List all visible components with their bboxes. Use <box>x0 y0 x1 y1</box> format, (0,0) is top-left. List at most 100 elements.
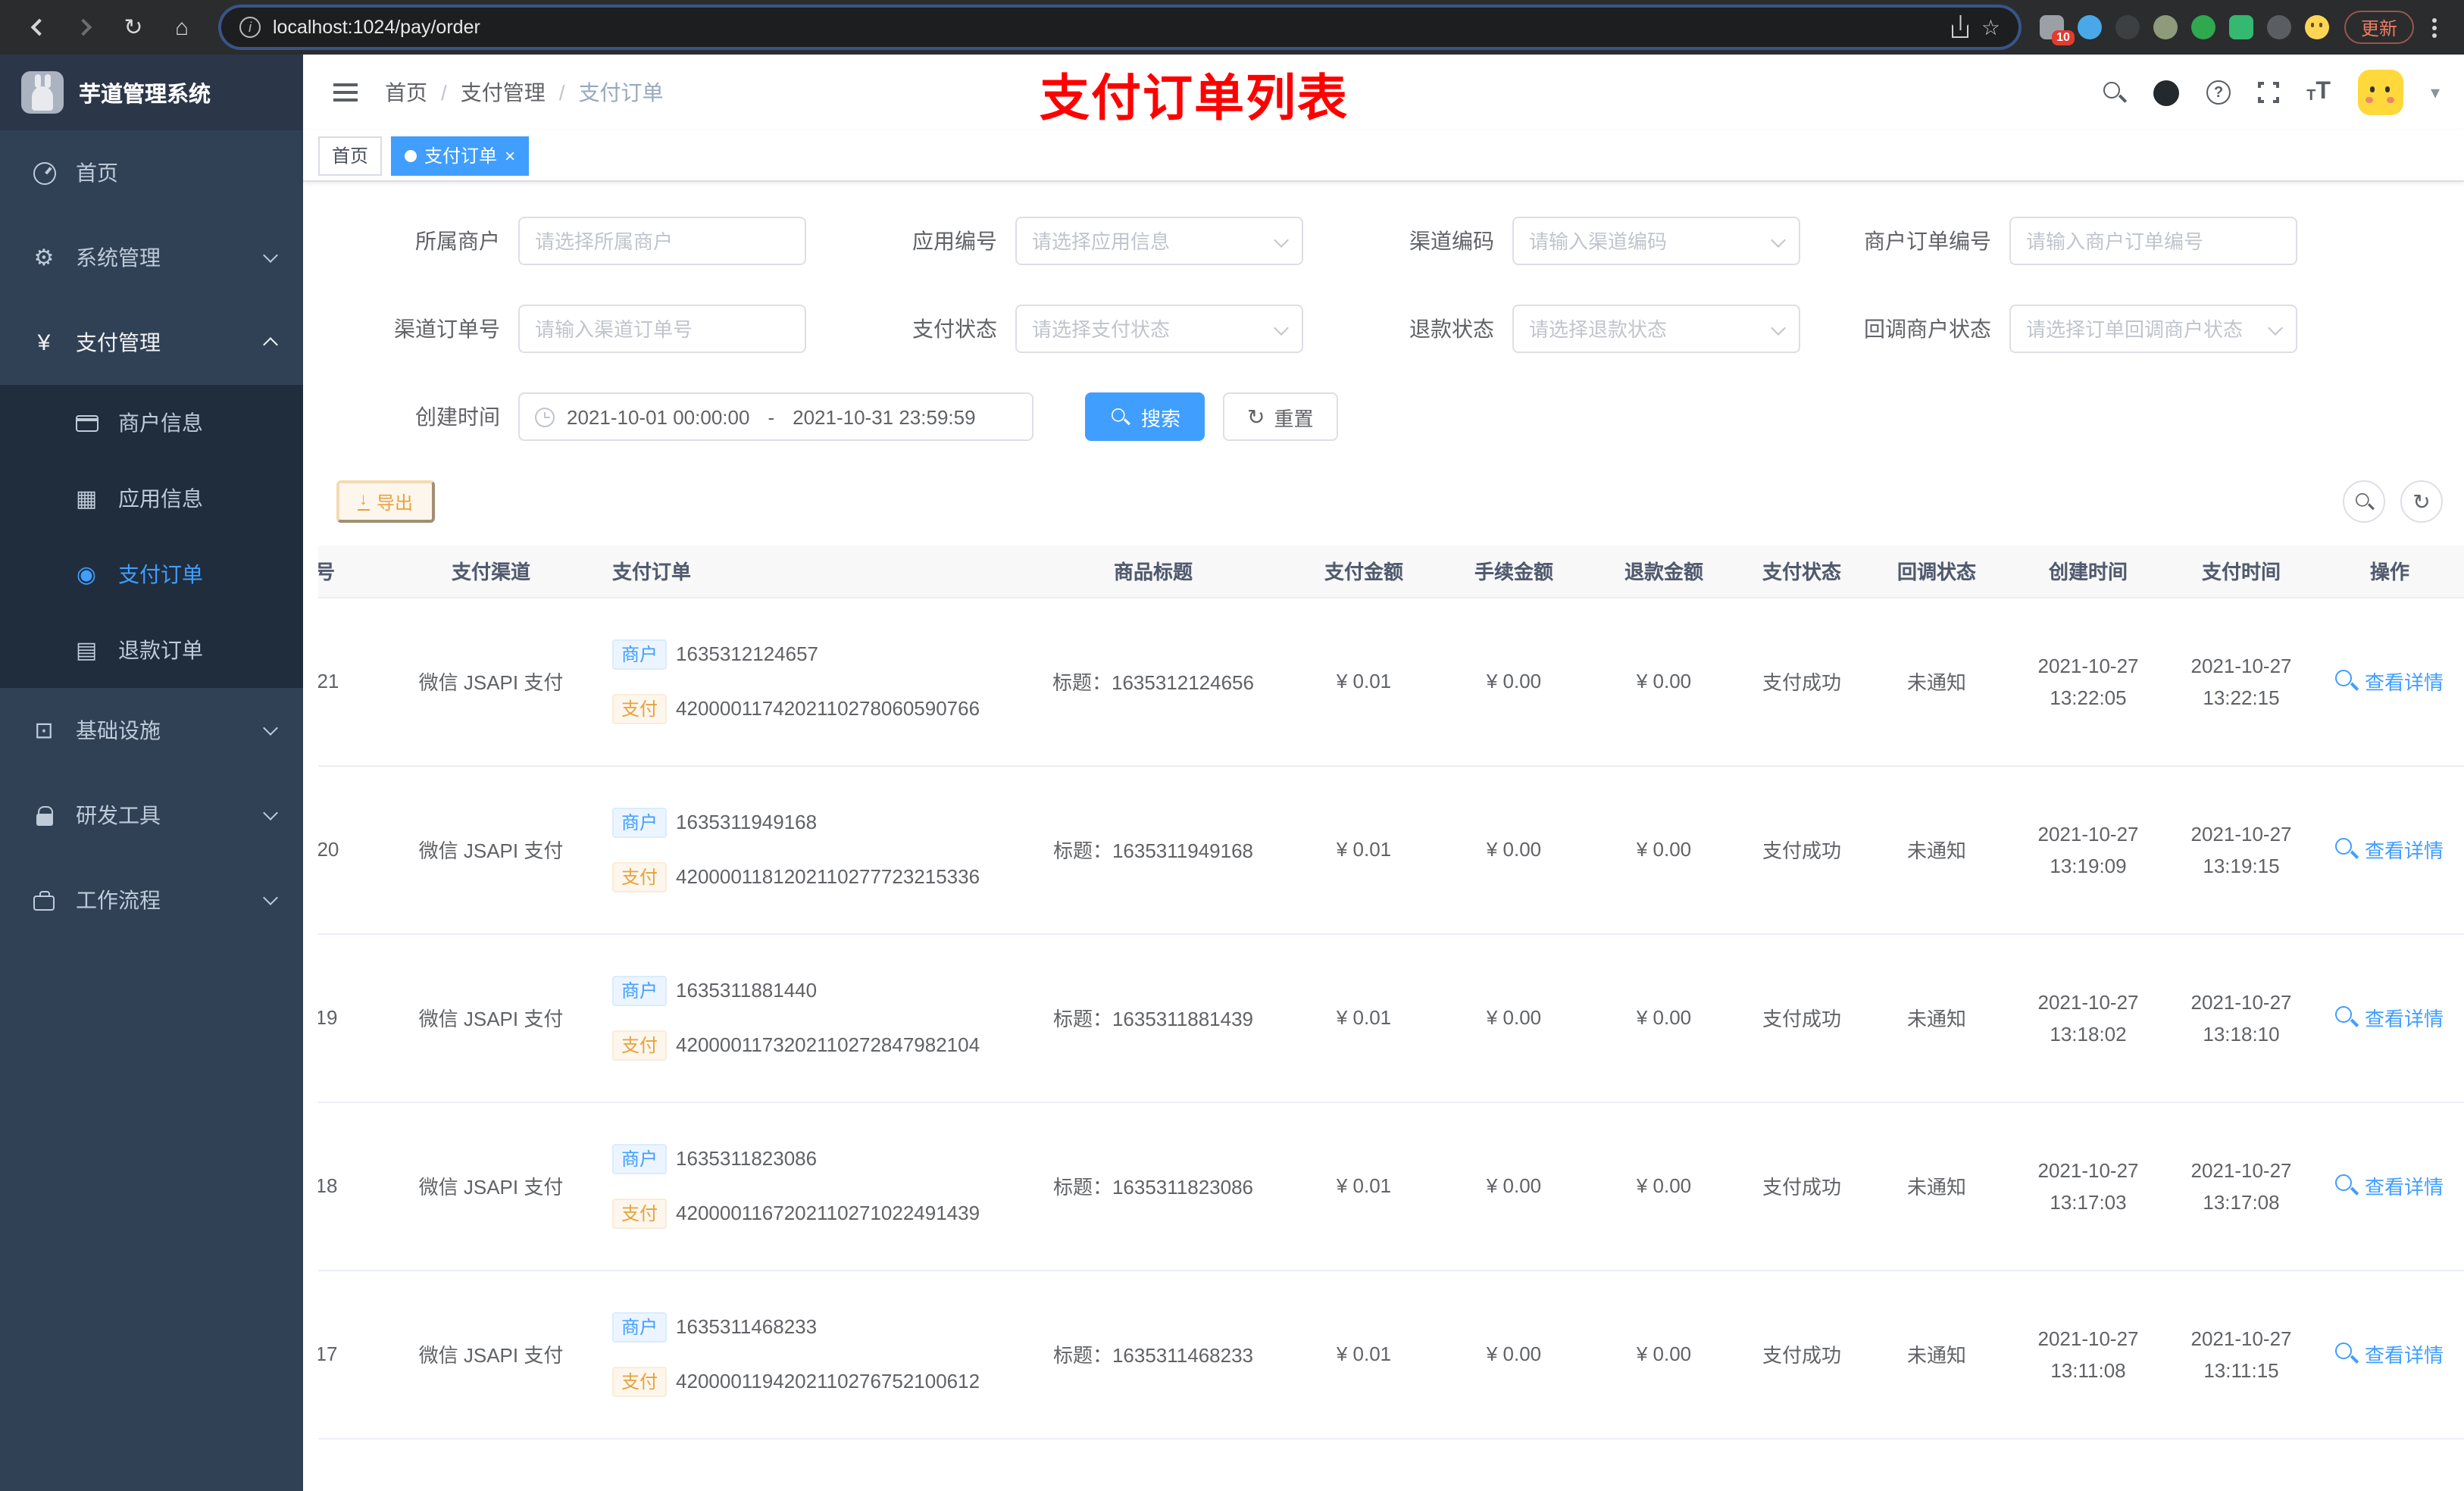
app-title: 芋道管理系统 <box>79 83 211 107</box>
order-id: 117 <box>318 1343 338 1365</box>
search-icon <box>2335 837 2359 860</box>
breadcrumb-home[interactable]: 首页 <box>385 77 427 108</box>
bookmark-star-icon[interactable]: ☆ <box>1981 14 2000 40</box>
extension-puzzle-icon[interactable] <box>2266 15 2291 39</box>
hamburger-icon[interactable] <box>333 91 358 94</box>
filter-notify-status: 回调商户状态 <box>1828 305 2297 353</box>
channel-code-select[interactable] <box>1512 217 1800 265</box>
chevron-down-icon <box>263 720 278 736</box>
tab-pay-order[interactable]: 支付订单 × <box>391 136 530 175</box>
clock-icon <box>535 407 555 427</box>
search-button[interactable]: 搜索 <box>1085 392 1205 441</box>
sidebar-item-label: 系统管理 <box>76 245 161 270</box>
channel-order-no: 4200001194202110276752100612 <box>676 1370 980 1393</box>
search-icon[interactable] <box>2103 81 2126 104</box>
view-detail-link[interactable]: 查看详情 <box>2335 1002 2444 1031</box>
field-label: 渠道编码 <box>1409 229 1494 253</box>
filter-merchant: 所属商户 <box>336 217 806 265</box>
font-size-icon[interactable]: TT <box>2306 80 2331 105</box>
view-detail-link[interactable]: 查看详情 <box>2335 1171 2444 1199</box>
order-pay-time: 2021-10-27 13:22:15 <box>2190 654 2292 708</box>
page: ↻ ⌂ i localhost:1024/pay/order ☆ 10 更新 芋… <box>0 0 2464 1491</box>
fullscreen-icon[interactable] <box>2256 80 2281 105</box>
help-icon[interactable]: ? <box>2206 80 2231 105</box>
share-icon[interactable] <box>1952 23 1969 37</box>
browser-forward-button[interactable] <box>64 6 106 48</box>
order-create-time: 2021-10-27 13:22:05 <box>2037 654 2139 708</box>
sidebar-item-home[interactable]: 首页 <box>0 130 303 215</box>
tab-home[interactable]: 首页 <box>318 136 383 175</box>
github-icon[interactable] <box>2153 80 2180 105</box>
merchant-select[interactable] <box>518 217 806 265</box>
merchant-order-no: 1635311949168 <box>676 811 818 833</box>
extension-drop-icon[interactable] <box>2077 15 2102 39</box>
sidebar-item-system[interactable]: ⚙ 系统管理 <box>0 215 303 300</box>
sidebar: 芋道管理系统 首页 ⚙ 系统管理 ¥ 支付管理 商户信息 ▦ 应用信息 ◉ 支付… <box>0 55 303 1491</box>
url-text[interactable]: localhost:1024/pay/order <box>273 17 1940 38</box>
sidebar-item-app-info[interactable]: ▦ 应用信息 <box>0 461 303 536</box>
browser-back-button[interactable] <box>15 6 58 48</box>
extension-dark-icon[interactable] <box>2115 15 2140 39</box>
logo-image <box>21 71 64 114</box>
pay-status-select[interactable] <box>1015 305 1303 353</box>
toggle-search-button[interactable] <box>2343 480 2385 523</box>
browser-menu-icon[interactable] <box>2432 25 2437 30</box>
export-button[interactable]: ↓ 导出 <box>336 480 435 523</box>
merchant-order-no-input[interactable] <box>2009 217 2297 265</box>
sidebar-item-refund-order[interactable]: ▤ 退款订单 <box>0 612 303 688</box>
search-button-label: 搜索 <box>1141 407 1181 430</box>
date-end-value[interactable]: 2021-10-31 23:59:59 <box>793 405 975 428</box>
field-label: 支付状态 <box>912 317 997 341</box>
app-select[interactable] <box>1015 217 1303 265</box>
extension-grid-icon[interactable]: 10 <box>2039 15 2075 45</box>
merchant-tag: 商户 <box>612 807 668 837</box>
user-menu-caret-icon[interactable]: ▾ <box>2431 82 2440 103</box>
breadcrumb: 首页 / 支付管理 / 支付订单 <box>385 77 664 108</box>
view-detail-link[interactable]: 查看详情 <box>2335 1339 2444 1368</box>
view-detail-link[interactable]: 查看详情 <box>2335 834 2444 863</box>
orders-table-wrap: 编号 支付渠道 支付订单 商品标题 支付金额 手续金额 退款金额 支付状态 回调… <box>318 545 2464 1491</box>
date-start-value[interactable]: 2021-10-01 00:00:00 <box>567 405 749 428</box>
extension-smiley-icon[interactable] <box>2304 15 2329 39</box>
refresh-table-button[interactable]: ↻ <box>2400 480 2443 523</box>
close-icon[interactable]: × <box>505 146 515 164</box>
sidebar-item-label: 工作流程 <box>76 888 161 912</box>
channel-order-no: 4200001173202110272847982104 <box>676 1033 980 1056</box>
pay-tag: 支付 <box>612 1366 668 1396</box>
site-info-icon[interactable]: i <box>239 17 261 38</box>
sidebar-item-merchant-info[interactable]: 商户信息 <box>0 385 303 461</box>
breadcrumb-payment[interactable]: 支付管理 <box>461 77 546 108</box>
extension-green-circle-icon[interactable] <box>2190 15 2215 39</box>
app-logo[interactable]: 芋道管理系统 <box>0 55 303 130</box>
tags-view: 首页 支付订单 × <box>303 130 2464 182</box>
search-icon <box>2335 1005 2359 1028</box>
download-icon: ↓ <box>358 491 369 511</box>
date-range-picker[interactable]: 2021-10-01 00:00:00 - 2021-10-31 23:59:5… <box>518 392 1033 441</box>
table-toolbar: ↓ 导出 ↻ <box>303 480 2464 523</box>
search-icon <box>1112 408 1130 426</box>
sidebar-item-payment[interactable]: ¥ 支付管理 <box>0 300 303 385</box>
filter-merchant-order-no: 商户订单编号 <box>1828 217 2297 265</box>
address-bar[interactable]: i localhost:1024/pay/order ☆ <box>221 8 2018 47</box>
reset-button[interactable]: ↻ 重置 <box>1223 392 1338 441</box>
monitor-icon: ⊡ <box>34 717 54 743</box>
notify-status-select[interactable] <box>2009 305 2297 353</box>
extension-green-square-icon[interactable] <box>2228 15 2253 39</box>
order-amount: ¥ 0.01 <box>1288 933 1440 1102</box>
browser-home-button[interactable]: ⌂ <box>161 6 203 48</box>
order-notify: 未通知 <box>1864 933 2009 1102</box>
view-detail-link[interactable]: 查看详情 <box>2335 666 2444 695</box>
date-separator: - <box>768 405 775 428</box>
browser-reload-button[interactable]: ↻ <box>112 6 155 48</box>
record-icon: ◉ <box>76 561 97 587</box>
sidebar-item-workflow[interactable]: 工作流程 <box>0 858 303 942</box>
sidebar-item-dev-tools[interactable]: 研发工具 <box>0 773 303 858</box>
extension-gray-icon[interactable] <box>2153 15 2178 39</box>
refund-status-select[interactable] <box>1512 305 1800 353</box>
sidebar-item-infrastructure[interactable]: ⊡ 基础设施 <box>0 688 303 773</box>
sidebar-item-pay-order[interactable]: ◉ 支付订单 <box>0 536 303 612</box>
browser-update-button[interactable]: 更新 <box>2344 11 2414 44</box>
table-row: 121 微信 JSAPI 支付 商户 1635312124657 支付 420000… <box>318 597 2464 766</box>
channel-order-no-input[interactable] <box>518 305 806 353</box>
avatar[interactable] <box>2357 70 2403 115</box>
